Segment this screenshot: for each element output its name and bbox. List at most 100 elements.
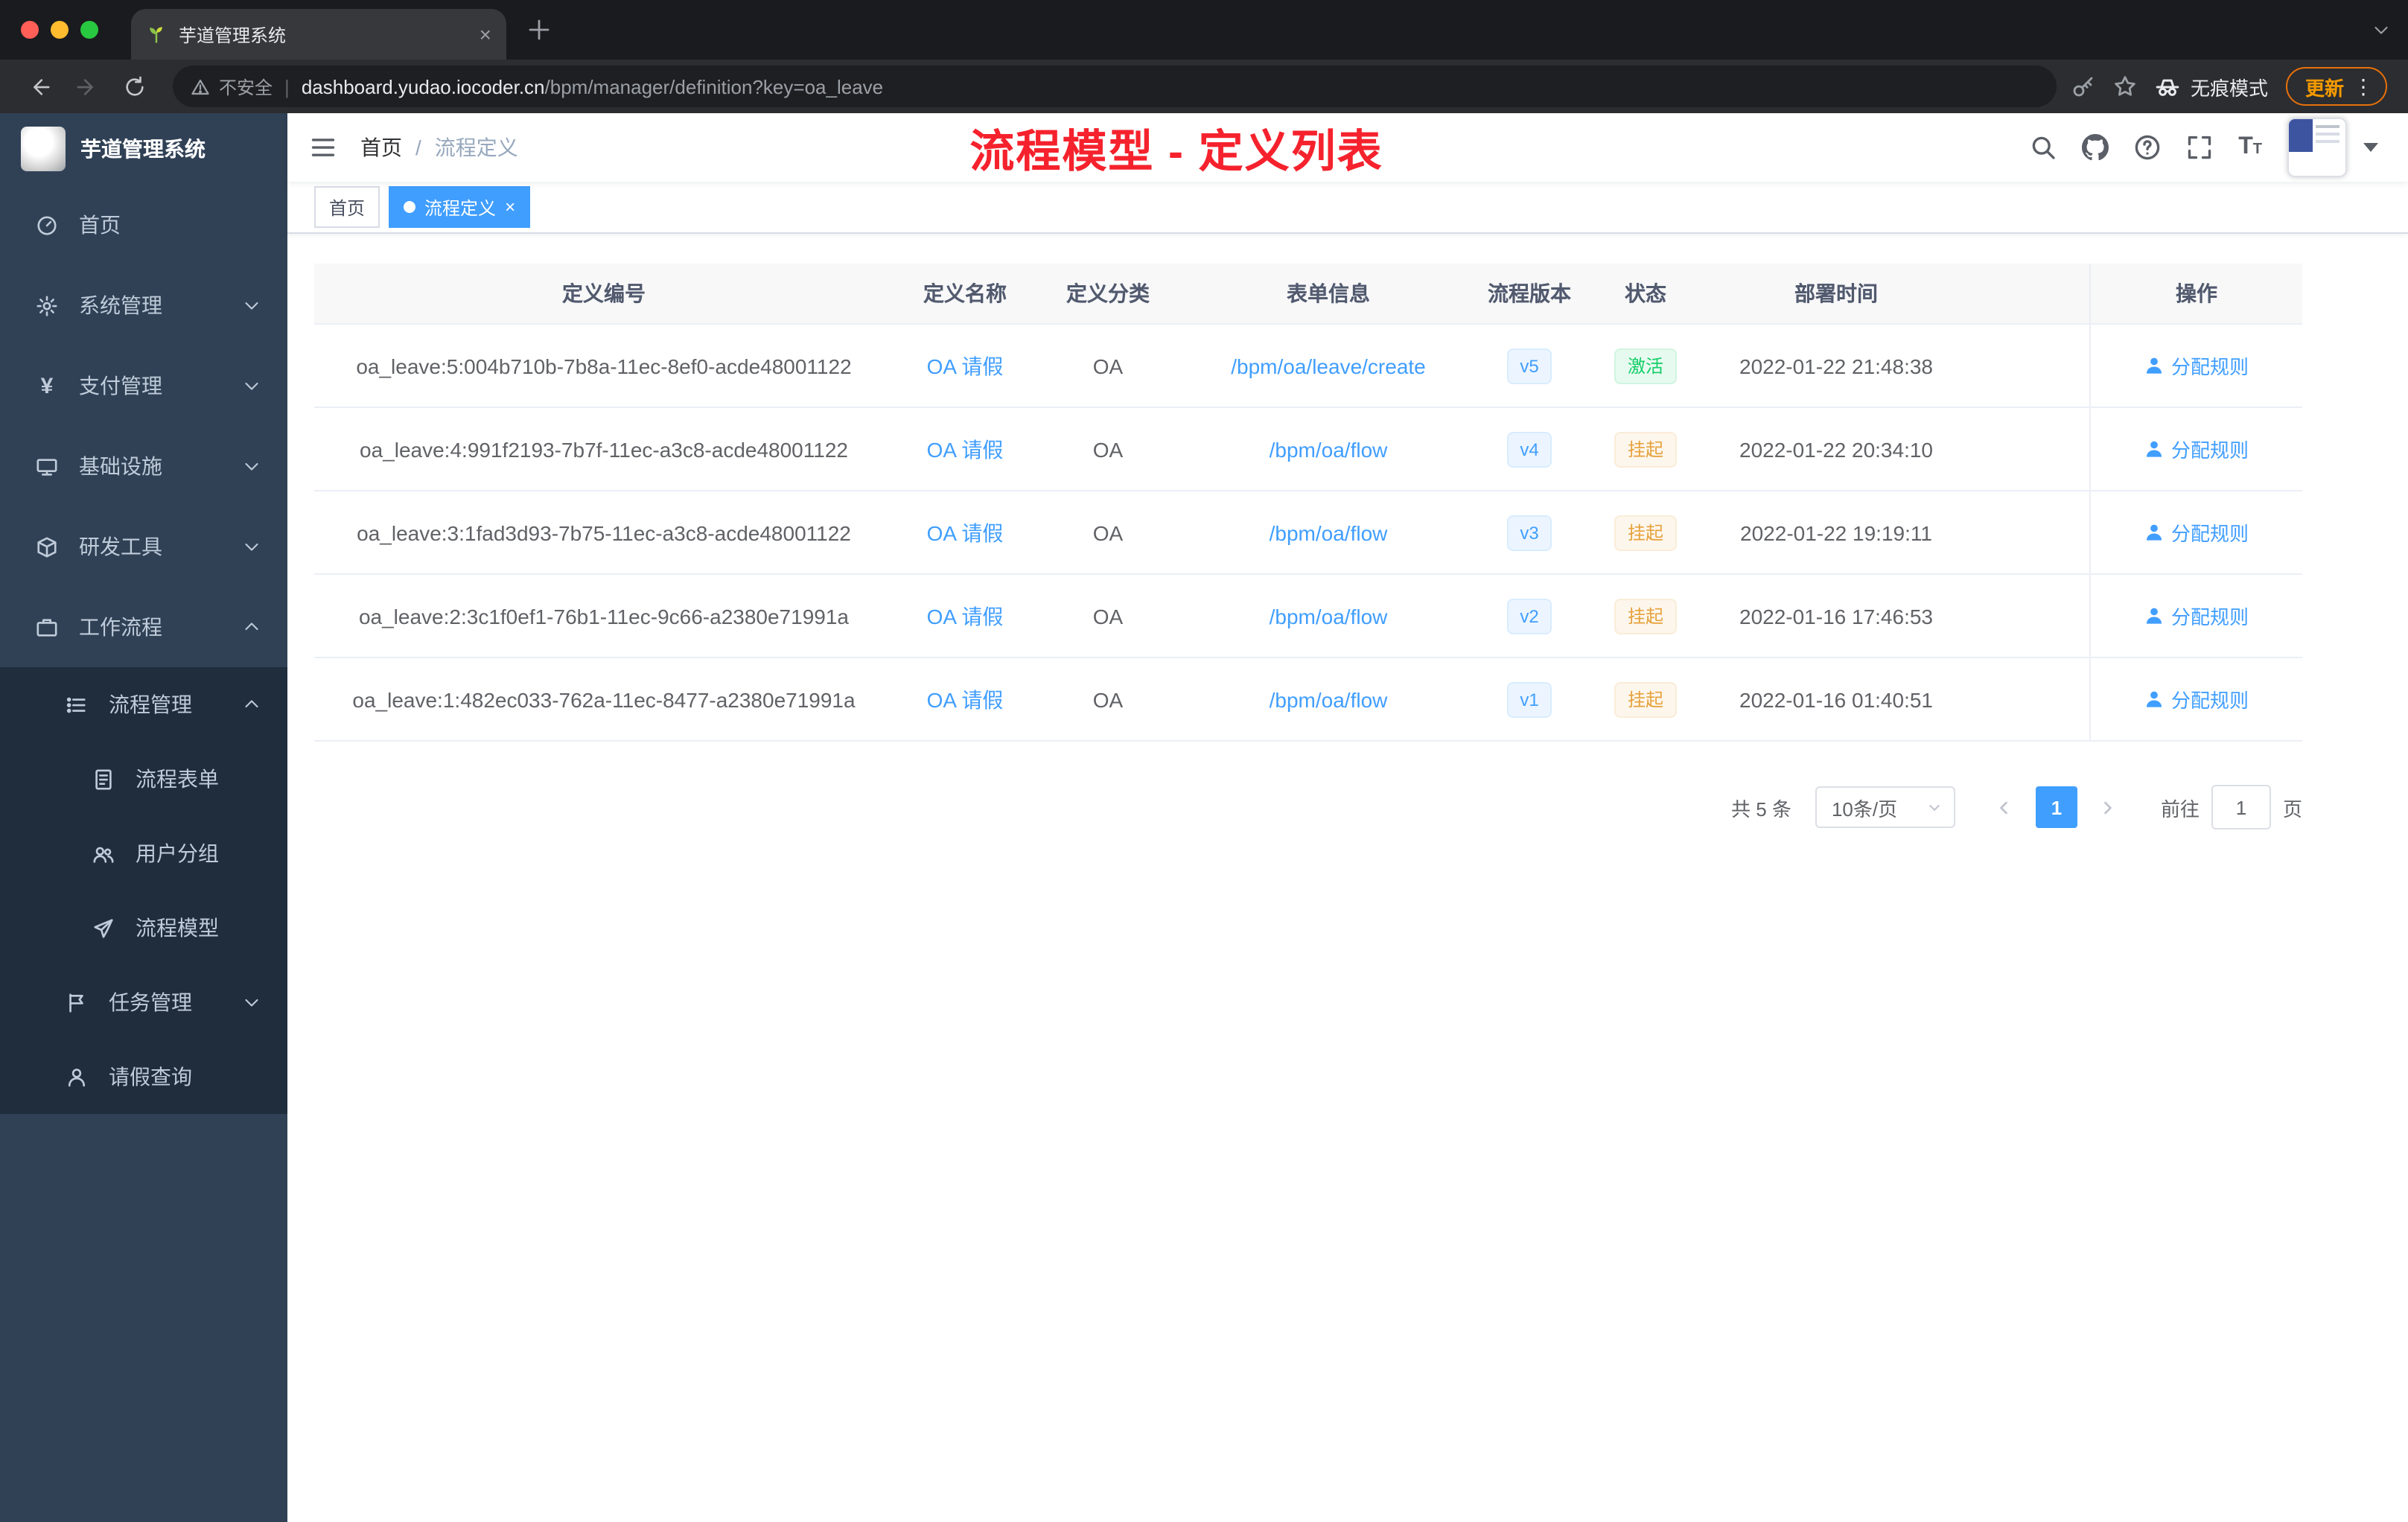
cell-definition-id: oa_leave:1:482ec033-762a-11ec-8477-a2380…	[352, 687, 856, 711]
chevron-right-icon	[2105, 800, 2112, 814]
page-size-value: 10条/页	[1831, 797, 1898, 820]
forward-button[interactable]	[69, 69, 104, 104]
form-link[interactable]: /bpm/oa/flow	[1270, 687, 1388, 711]
page-unit-label: 页	[2282, 797, 2302, 820]
sidebar-item-infrastructure[interactable]: 基础设施	[0, 426, 287, 506]
form-link[interactable]: /bpm/oa/flow	[1270, 520, 1388, 544]
minimize-window-button[interactable]	[51, 21, 69, 39]
tab-title: 芋道管理系统	[179, 25, 287, 45]
search-icon[interactable]	[2030, 134, 2057, 161]
help-icon[interactable]	[2134, 134, 2161, 161]
cell-deploy-time: 2022-01-22 21:48:38	[1739, 354, 1933, 378]
sidebar-item-task-management[interactable]: 任务管理	[0, 965, 287, 1039]
sidebar-item-label: 首页	[79, 213, 121, 237]
page-number-button[interactable]: 1	[2035, 786, 2077, 828]
avatar[interactable]	[2287, 118, 2347, 177]
assign-rule-button[interactable]: 分配规则	[2144, 435, 2249, 463]
avatar-caret-icon[interactable]	[2363, 143, 2378, 152]
bookmark-star-icon[interactable]	[2113, 74, 2137, 98]
definition-name-link[interactable]: OA 请假	[927, 354, 1004, 378]
browser-window: 芋道管理系统 × 不安全 | dashboard.yudao.iocoder.c…	[0, 0, 2408, 1522]
tag-home[interactable]: 首页	[314, 186, 380, 228]
chevron-down-icon[interactable]	[2372, 21, 2390, 39]
close-window-button[interactable]	[21, 21, 39, 39]
tag-process-definition[interactable]: 流程定义 ×	[389, 186, 531, 228]
sidebar-item-workflow[interactable]: 工作流程	[0, 587, 287, 667]
definition-name-link[interactable]: OA 请假	[927, 687, 1004, 711]
url-host: dashboard.yudao.iocoder.cn	[301, 75, 545, 98]
form-link[interactable]: /bpm/oa/flow	[1270, 437, 1388, 461]
assign-rule-label: 分配规则	[2170, 439, 2249, 462]
new-tab-button[interactable]	[527, 18, 551, 42]
font-size-icon[interactable]: TT	[2238, 135, 2262, 159]
update-label: 更新	[2305, 77, 2344, 99]
reload-button[interactable]	[116, 69, 152, 104]
browser-toolbar: 不安全 | dashboard.yudao.iocoder.cn/bpm/man…	[0, 60, 2408, 113]
cell-filler	[1963, 575, 2089, 657]
assign-rule-button[interactable]: 分配规则	[2144, 602, 2249, 630]
form-link[interactable]: /bpm/oa/leave/create	[1231, 354, 1426, 378]
breadcrumb-current: 流程定义	[434, 136, 518, 159]
user-icon	[68, 1068, 86, 1086]
breadcrumb-home[interactable]: 首页	[360, 133, 402, 162]
address-bar[interactable]: 不安全 | dashboard.yudao.iocoder.cn/bpm/man…	[173, 66, 2057, 107]
chevron-down-icon	[245, 302, 258, 310]
dashboard-icon	[37, 215, 57, 235]
sidebar-toggle-button[interactable]	[310, 134, 337, 161]
security-chip[interactable]: 不安全	[191, 74, 273, 99]
cell-category: OA	[1092, 687, 1124, 711]
sidebar-item-devtools[interactable]: 研发工具	[0, 506, 287, 587]
sidebar-item-process-management[interactable]: 流程管理	[0, 667, 287, 742]
next-page-button[interactable]	[2089, 786, 2128, 828]
sidebar-item-system[interactable]: 系统管理	[0, 265, 287, 346]
version-badge: v4	[1506, 431, 1552, 467]
browser-tab[interactable]: 芋道管理系统 ×	[131, 9, 506, 60]
definition-name-link[interactable]: OA 请假	[927, 437, 1004, 461]
form-link[interactable]: /bpm/oa/flow	[1270, 604, 1388, 628]
tag-label: 首页	[329, 197, 366, 218]
cell-category: OA	[1092, 437, 1124, 461]
maximize-window-button[interactable]	[80, 21, 98, 39]
sidebar-item-process-model[interactable]: 流程模型	[0, 891, 287, 965]
assign-rule-button[interactable]: 分配规则	[2144, 685, 2249, 713]
back-button[interactable]	[21, 69, 57, 104]
column-header: 表单信息	[1287, 281, 1370, 305]
cell-filler	[1963, 658, 2089, 740]
chevron-up-icon	[245, 623, 258, 631]
sidebar-item-home[interactable]: 首页	[0, 185, 287, 265]
cell-deploy-time: 2022-01-22 19:19:11	[1740, 520, 1932, 544]
column-filler	[1963, 264, 2089, 323]
assign-rule-button[interactable]: 分配规则	[2144, 351, 2249, 380]
cell-definition-id: oa_leave:5:004b710b-7b8a-11ec-8ef0-acde4…	[356, 354, 852, 378]
sidebar-item-label: 流程表单	[136, 767, 219, 791]
goto-page-input[interactable]	[2211, 785, 2271, 830]
column-header: 定义编号	[562, 281, 646, 305]
sidebar-item-leave-query[interactable]: 请假查询	[0, 1039, 287, 1114]
tab-close-icon[interactable]: ×	[480, 24, 491, 45]
fullscreen-icon[interactable]	[2186, 134, 2213, 161]
definition-name-link[interactable]: OA 请假	[927, 604, 1004, 628]
tag-label: 流程定义	[424, 197, 497, 218]
cell-category: OA	[1092, 604, 1124, 628]
sidebar-item-process-form[interactable]: 流程表单	[0, 742, 287, 816]
column-header: 流程版本	[1488, 281, 1571, 305]
workflow-submenu: 流程管理 流程表单 用户分组 流程模型 任务管理 请假查询	[0, 667, 287, 1114]
sidebar-item-label: 请假查询	[109, 1065, 192, 1089]
sidebar-item-label: 基础设施	[79, 454, 162, 478]
key-icon[interactable]	[2071, 74, 2095, 98]
page-size-select[interactable]: 10条/页	[1815, 786, 1955, 828]
sidebar-logo[interactable]: 芋道管理系统	[0, 113, 287, 185]
version-badge: v3	[1506, 515, 1552, 550]
update-button[interactable]: 更新 ⋮	[2285, 67, 2387, 106]
assign-rule-button[interactable]: 分配规则	[2144, 518, 2249, 547]
prev-page-button[interactable]	[1985, 786, 2024, 828]
sidebar-item-payment[interactable]: ¥ 支付管理	[0, 346, 287, 426]
browser-menu-icon[interactable]: ⋮	[2353, 76, 2374, 97]
tag-close-icon[interactable]: ×	[505, 198, 515, 216]
pagination: 共 5 条 10条/页 1 前往 页	[314, 785, 2302, 830]
sidebar-item-user-group[interactable]: 用户分组	[0, 816, 287, 891]
github-icon[interactable]	[2082, 134, 2109, 161]
user-icon	[2146, 524, 2162, 541]
definition-name-link[interactable]: OA 请假	[927, 520, 1004, 544]
warning-icon	[191, 78, 209, 95]
